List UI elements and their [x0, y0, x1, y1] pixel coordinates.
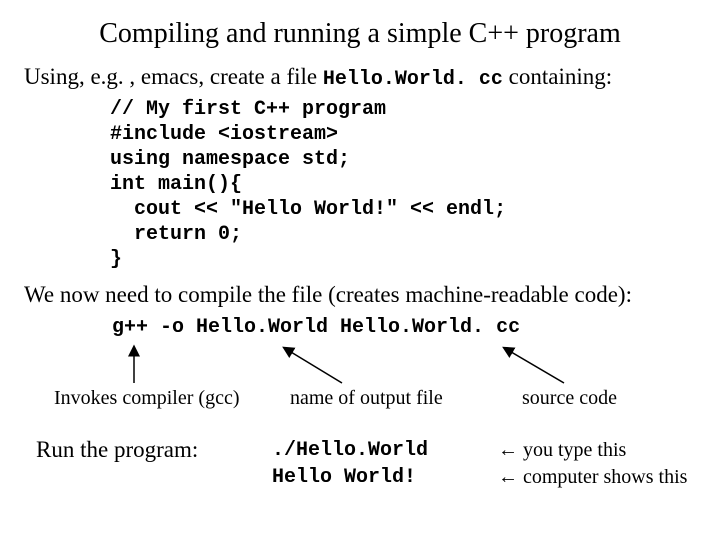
run-note-shows: ← computer shows this — [498, 466, 687, 488]
run-output: Hello World! — [272, 466, 416, 489]
intro-filename: Hello.World. cc — [323, 68, 503, 91]
annotation-compiler: Invokes compiler (gcc) — [54, 387, 239, 410]
intro-suffix: containing: — [503, 64, 612, 89]
slide-title: Compiling and running a simple C++ progr… — [24, 18, 696, 50]
program-code: // My first C++ program #include <iostre… — [110, 97, 696, 272]
run-note-type: ← you type this — [498, 439, 626, 461]
annotation-source: source code — [522, 387, 617, 410]
compile-command: g++ -o Hello.World Hello.World. cc — [112, 316, 696, 339]
slide: Compiling and running a simple C++ progr… — [0, 0, 720, 540]
run-code: ./Hello.World Hello World! — [272, 437, 498, 491]
intro-line: Using, e.g. , emacs, create a file Hello… — [24, 64, 696, 91]
compile-text: We now need to compile the file (creates… — [24, 282, 696, 308]
run-command: ./Hello.World — [272, 439, 428, 462]
run-row: Run the program: ./Hello.World Hello Wor… — [24, 437, 696, 491]
run-notes: ← you type this ← computer shows this — [498, 437, 687, 491]
annotation-row: Invokes compiler (gcc) name of output fi… — [24, 343, 696, 421]
intro-prefix: Using, e.g. , emacs, create a file — [24, 64, 323, 89]
run-label: Run the program: — [24, 437, 272, 491]
annotation-output: name of output file — [290, 387, 443, 410]
